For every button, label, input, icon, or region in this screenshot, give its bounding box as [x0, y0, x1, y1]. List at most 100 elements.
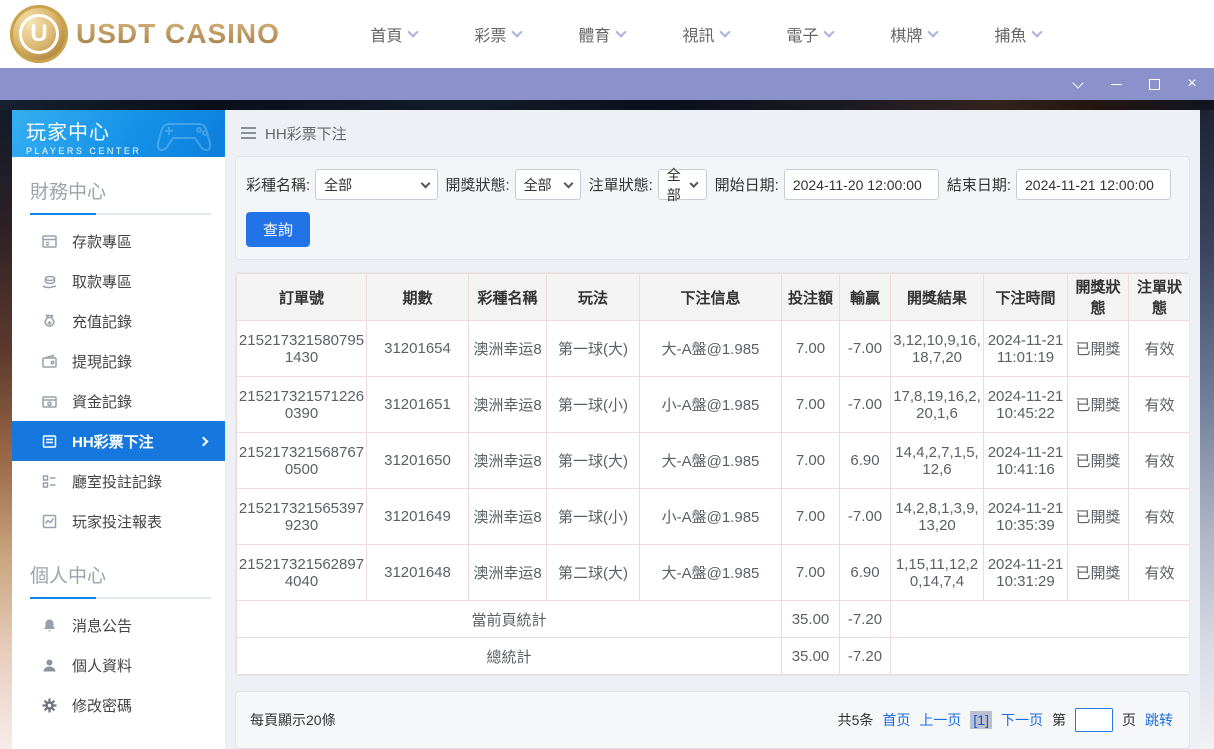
order-status-select[interactable]: 全部 — [657, 167, 707, 203]
window-close-icon[interactable]: × — [1184, 76, 1200, 92]
sidebar-item-withdrawal-record[interactable]: 提現記錄 — [12, 341, 225, 381]
sidebar-item-hh-lottery-bet[interactable]: HH彩票下注 — [12, 421, 225, 461]
jump-suffix-label: 页 — [1122, 712, 1136, 728]
current-page-indicator: [1] — [970, 711, 992, 729]
draw-status-label: 開獎狀態: — [445, 177, 510, 194]
chevron-down-icon — [511, 26, 524, 38]
sidebar-item-label: 提現記錄 — [72, 353, 133, 371]
order-status-label: 注單狀態: — [588, 177, 653, 194]
order-status-value: 全部 — [666, 166, 681, 203]
end-date-input[interactable] — [1016, 169, 1171, 200]
funds-record-icon — [40, 393, 58, 410]
table-cell: 小-A盤@1.985 — [639, 376, 782, 433]
person-icon — [40, 657, 58, 674]
table-cell: 第一球(小) — [546, 376, 640, 433]
chevron-right-icon — [198, 436, 209, 446]
sidebar-item-recharge-record[interactable]: 充值記錄 — [12, 301, 225, 341]
start-date-input[interactable] — [783, 169, 939, 200]
chevron-down-icon — [1031, 26, 1044, 38]
window-minimize-icon[interactable] — [1108, 76, 1124, 92]
table-cell: 已開獎 — [1067, 432, 1129, 489]
table-header-row: 訂單號 期數 彩種名稱 玩法 下注信息 投注額 輸贏 開獎結果 下注時間 開獎狀… — [236, 273, 1189, 321]
nav-label: 首頁 — [370, 28, 403, 45]
col-bet-time: 下注時間 — [983, 273, 1068, 321]
table-cell: 2152173215687670500 — [236, 432, 367, 489]
page-summary-label: 當前頁統計 — [236, 600, 782, 638]
bets-table: 訂單號 期數 彩種名稱 玩法 下注信息 投注額 輸贏 開獎結果 下注時間 開獎狀… — [236, 273, 1189, 675]
table-cell: 有效 — [1128, 320, 1189, 377]
table-cell: 澳洲幸运8 — [468, 432, 547, 489]
page-summary-win-loss: -7.20 — [839, 600, 891, 638]
page-summary-row: 當前頁統計 35.00 -7.20 — [236, 600, 1189, 638]
col-win-loss: 輸贏 — [839, 273, 891, 321]
table-cell: 已開獎 — [1067, 376, 1129, 433]
table-cell: 2152173215807951430 — [236, 320, 367, 377]
table-cell: -7.00 — [839, 488, 891, 545]
search-button[interactable]: 查詢 — [246, 212, 311, 247]
nav-item-sports[interactable]: 體育 — [550, 22, 654, 46]
table-cell: 14,2,8,1,3,9,13,20 — [890, 488, 984, 545]
hamburger-icon[interactable] — [241, 127, 256, 139]
jump-action-link[interactable]: 跳转 — [1145, 710, 1173, 730]
sidebar-item-withdraw[interactable]: 取款專區 — [12, 261, 225, 301]
grand-summary-row: 總統計 35.00 -7.20 — [236, 637, 1189, 675]
total-count-text: 共5条 — [837, 712, 874, 728]
nav-item-home[interactable]: 首頁 — [342, 22, 446, 46]
bell-icon — [40, 617, 58, 634]
col-lottery-name: 彩種名稱 — [468, 273, 547, 321]
gear-icon — [40, 697, 58, 714]
sidebar-item-label: 廳室投註記錄 — [72, 473, 163, 491]
sidebar-item-label: 取款專區 — [72, 273, 133, 291]
sidebar-item-player-report[interactable]: 玩家投注報表 — [12, 501, 225, 541]
table-cell: 有效 — [1128, 376, 1189, 433]
draw-status-value: 全部 — [523, 176, 552, 193]
table-cell: 第一球(小) — [546, 488, 640, 545]
logo[interactable]: U USDT CASINO — [10, 5, 280, 63]
breadcrumb: HH彩票下注 — [235, 110, 1190, 156]
sidebar-header: 玩家中心 PLAYERS CENTER — [12, 110, 225, 157]
table-cell: 有效 — [1128, 432, 1189, 489]
lottery-name-select[interactable]: 全部 — [315, 169, 438, 200]
table-cell: 2152173215653979230 — [236, 488, 367, 545]
nav-item-fishing[interactable]: 捕魚 — [966, 22, 1070, 46]
jump-page-input[interactable] — [1075, 708, 1113, 732]
nav-item-chess[interactable]: 棋牌 — [862, 22, 966, 46]
window-maximize-icon[interactable] — [1146, 76, 1162, 92]
table-cell: 2152173215712260390 — [236, 376, 367, 433]
chevron-down-icon — [719, 26, 732, 38]
banner-strip — [0, 100, 1214, 110]
next-page-link[interactable]: 下一页 — [1001, 710, 1043, 730]
sidebar-item-deposit[interactable]: 存款專區 — [12, 221, 225, 261]
nav-item-electronic[interactable]: 電子 — [758, 22, 862, 46]
table-cell: 已開獎 — [1067, 488, 1129, 545]
table-row: 2152173215712260390 31201651 澳洲幸运8 第一球(小) 小-… — [236, 376, 1189, 433]
jump-prefix-label: 第 — [1052, 712, 1066, 728]
table-cell: 3,12,10,9,16,18,7,20 — [890, 320, 984, 377]
window-dropdown-icon[interactable] — [1070, 76, 1086, 92]
gamepad-icon — [156, 123, 212, 152]
main-content: HH彩票下注 彩種名稱: 全部 開獎狀態: 全部 注單狀態: 全部 開始日期: … — [225, 110, 1200, 749]
sidebar-item-funds-record[interactable]: 資金記錄 — [12, 381, 225, 421]
grand-summary-label: 總統計 — [236, 637, 782, 675]
chevron-down-icon — [615, 26, 628, 38]
section-underline — [30, 213, 211, 215]
draw-status-select[interactable]: 全部 — [514, 169, 581, 200]
prev-page-link[interactable]: 上一页 — [919, 710, 961, 730]
sidebar-item-change-password[interactable]: 修改密碼 — [12, 685, 225, 725]
table-cell: 1,15,11,12,20,14,7,4 — [890, 544, 984, 601]
nav-item-lottery[interactable]: 彩票 — [446, 22, 550, 46]
sidebar-item-profile[interactable]: 個人資料 — [12, 645, 225, 685]
nav-label: 棋牌 — [890, 28, 923, 45]
sidebar-item-room-bet-record[interactable]: 廳室投註記錄 — [12, 461, 225, 501]
sidebar-item-label: HH彩票下注 — [72, 433, 154, 451]
sidebar-item-label: 修改密碼 — [72, 697, 133, 715]
table-cell: 大-A盤@1.985 — [639, 544, 782, 601]
start-date-label: 開始日期: — [714, 177, 779, 194]
nav-item-video[interactable]: 視訊 — [654, 22, 758, 46]
deposit-icon — [40, 233, 58, 250]
background-image-right-edge — [1200, 110, 1214, 749]
grand-summary-bet-total: 35.00 — [781, 637, 840, 675]
first-page-link[interactable]: 首页 — [882, 710, 910, 730]
sidebar-item-announcements[interactable]: 消息公告 — [12, 605, 225, 645]
table-cell: 第二球(大) — [546, 544, 640, 601]
